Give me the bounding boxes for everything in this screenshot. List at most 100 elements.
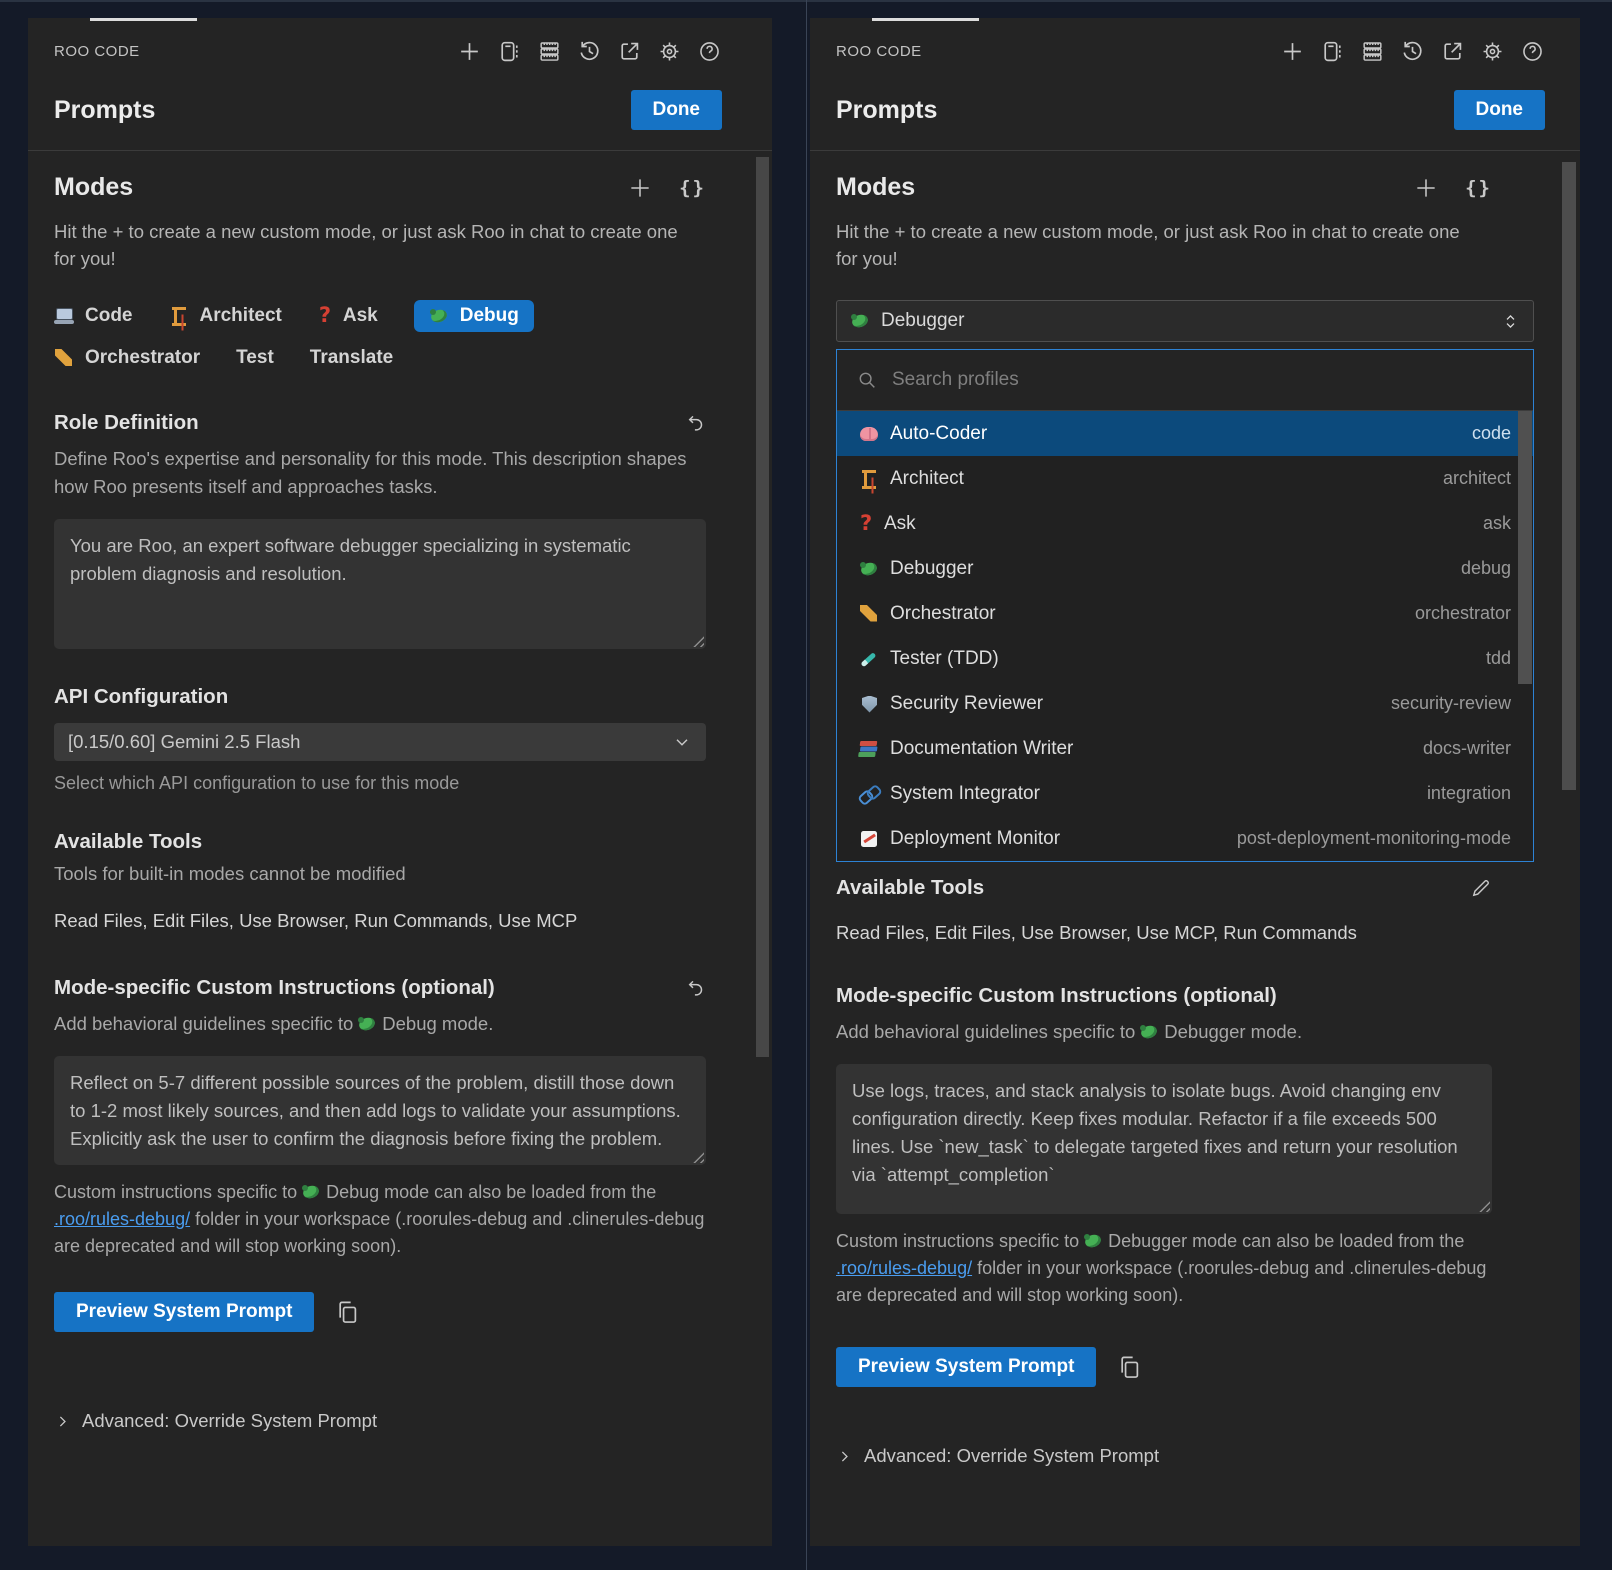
laptop-icon: [54, 306, 75, 326]
app-title: ROO CODE: [836, 43, 922, 60]
mode-chip-orchestrator[interactable]: Orchestrator: [54, 347, 200, 369]
advanced-override-toggle[interactable]: Advanced: Override System Prompt: [54, 1410, 706, 1432]
open-in-editor-icon[interactable]: [617, 39, 642, 64]
extension-titlebar: ROO CODE: [810, 18, 1580, 76]
rules-folder-link[interactable]: .roo/rules-debug/: [54, 1209, 190, 1229]
custom-instructions-textarea[interactable]: Reflect on 5-7 different possible source…: [54, 1056, 706, 1165]
search-profiles-input[interactable]: Search profiles: [837, 350, 1533, 411]
api-configuration-helper: Select which API configuration to use fo…: [54, 773, 706, 794]
app-title: ROO CODE: [54, 43, 140, 60]
chevron-right-icon: [836, 1448, 853, 1465]
custom-instructions-note: Custom instructions specific toDebug mod…: [54, 1179, 706, 1260]
profile-row-tester[interactable]: Tester (TDD)tdd: [837, 636, 1533, 681]
dropdown-scrollbar[interactable]: [1518, 411, 1532, 684]
right-panel-scrollbar[interactable]: [1562, 162, 1576, 790]
mode-chip-debug[interactable]: Debug: [414, 300, 534, 332]
search-placeholder: Search profiles: [892, 369, 1019, 391]
rules-folder-link[interactable]: .roo/rules-debug/: [836, 1258, 972, 1278]
resize-grip[interactable]: [692, 1151, 704, 1163]
profile-row-documentation-writer[interactable]: Documentation Writerdocs-writer: [837, 726, 1533, 771]
custom-instructions-note: Custom instructions specific toDebugger …: [836, 1228, 1492, 1309]
custom-instructions-title: Mode-specific Custom Instructions (optio…: [54, 976, 495, 1000]
search-icon: [856, 369, 878, 391]
panel-debug-mode: ROO CODE Prompts Done Modes {}: [28, 18, 772, 1546]
panel-separator: [806, 0, 807, 1570]
advanced-override-toggle[interactable]: Advanced: Override System Prompt: [836, 1445, 1492, 1467]
edit-tools-pencil-icon[interactable]: [1469, 877, 1492, 900]
edit-modes-json-icon[interactable]: {}: [679, 177, 706, 199]
mcp-servers-icon[interactable]: [537, 39, 562, 64]
bug-icon: [850, 311, 871, 331]
bug-icon: [429, 306, 450, 326]
resize-grip[interactable]: [692, 635, 704, 647]
help-icon[interactable]: [697, 39, 722, 64]
mode-chip-architect[interactable]: Architect: [169, 300, 282, 332]
crane-icon: [169, 306, 190, 326]
copy-system-prompt-icon[interactable]: [334, 1299, 361, 1326]
bug-icon: [859, 559, 880, 579]
active-tab-indicator: [90, 18, 197, 21]
history-icon[interactable]: [1400, 39, 1425, 64]
profile-row-debugger[interactable]: Debuggerdebug: [837, 546, 1533, 591]
profile-row-system-integrator[interactable]: System Integratorintegration: [837, 771, 1533, 816]
modes-title: Modes: [54, 173, 133, 202]
revert-role-definition-icon[interactable]: [684, 412, 706, 434]
history-icon[interactable]: [577, 39, 602, 64]
question-icon: [859, 514, 874, 534]
revert-custom-instructions-icon[interactable]: [684, 977, 706, 999]
settings-gear-icon[interactable]: [657, 39, 682, 64]
marketplace-icon[interactable]: [1320, 39, 1345, 64]
mode-chip-test[interactable]: Test: [236, 347, 274, 369]
roo-code-prompts-screens: ROO CODE Prompts Done Modes {}: [0, 0, 1612, 1570]
profile-row-architect[interactable]: Architectarchitect: [837, 456, 1533, 501]
custom-instructions-textarea[interactable]: Use logs, traces, and stack analysis to …: [836, 1064, 1492, 1214]
profile-row-auto-coder[interactable]: Auto-Codercode: [837, 411, 1533, 456]
mode-chip-code[interactable]: Code: [54, 300, 133, 332]
preview-system-prompt-button[interactable]: Preview System Prompt: [836, 1347, 1096, 1387]
profile-row-orchestrator[interactable]: Orchestratororchestrator: [837, 591, 1533, 636]
mode-select-dropdown: Search profiles Auto-Codercode Architect…: [836, 349, 1534, 862]
resize-grip[interactable]: [1478, 1200, 1490, 1212]
bug-icon: [1083, 1231, 1104, 1251]
copy-system-prompt-icon[interactable]: [1116, 1354, 1143, 1381]
mode-select[interactable]: Debugger: [836, 300, 1534, 342]
edit-modes-json-icon[interactable]: {}: [1465, 177, 1492, 199]
mode-chip-translate[interactable]: Translate: [310, 347, 393, 369]
help-icon[interactable]: [1520, 39, 1545, 64]
panel-debugger-mode: ROO CODE Prompts Done Modes {}: [810, 18, 1580, 1546]
mcp-servers-icon[interactable]: [1360, 39, 1385, 64]
marketplace-icon[interactable]: [497, 39, 522, 64]
done-button[interactable]: Done: [1454, 90, 1546, 130]
add-mode-icon[interactable]: [1413, 175, 1439, 201]
done-button[interactable]: Done: [631, 90, 723, 130]
api-configuration-select[interactable]: [0.15/0.60] Gemini 2.5 Flash: [54, 723, 706, 761]
books-icon: [859, 739, 880, 759]
link-icon: [859, 784, 880, 804]
settings-gear-icon[interactable]: [1480, 39, 1505, 64]
api-configuration-title: API Configuration: [54, 685, 228, 709]
chevron-down-icon: [672, 732, 692, 752]
brain-icon: [859, 424, 880, 444]
new-task-icon[interactable]: [457, 39, 482, 64]
modes-description: Hit the + to create a new custom mode, o…: [54, 218, 699, 272]
profile-row-deployment-monitor[interactable]: Deployment Monitorpost-deployment-monito…: [837, 816, 1533, 861]
bug-icon: [1139, 1022, 1160, 1042]
profile-row-ask[interactable]: Askask: [837, 501, 1533, 546]
left-panel-scrollbar[interactable]: [756, 157, 769, 1057]
mode-chip-ask[interactable]: Ask: [318, 300, 378, 332]
chart-icon: [859, 829, 880, 849]
shield-icon: [859, 694, 880, 714]
boomerang-icon: [859, 604, 880, 624]
prompts-header: Prompts Done: [810, 76, 1580, 150]
active-tab-indicator: [872, 18, 979, 21]
profile-list: Auto-Codercode Architectarchitect Askask…: [837, 411, 1533, 861]
new-task-icon[interactable]: [1280, 39, 1305, 64]
profile-row-security-reviewer[interactable]: Security Reviewersecurity-review: [837, 681, 1533, 726]
add-mode-icon[interactable]: [627, 175, 653, 201]
preview-system-prompt-button[interactable]: Preview System Prompt: [54, 1292, 314, 1332]
open-in-editor-icon[interactable]: [1440, 39, 1465, 64]
modes-description: Hit the + to create a new custom mode, o…: [836, 218, 1481, 272]
role-definition-textarea[interactable]: You are Roo, an expert software debugger…: [54, 519, 706, 649]
custom-instructions-description: Add behavioral guidelines specific toDeb…: [836, 1018, 1492, 1046]
available-tools-title: Available Tools: [54, 830, 202, 854]
